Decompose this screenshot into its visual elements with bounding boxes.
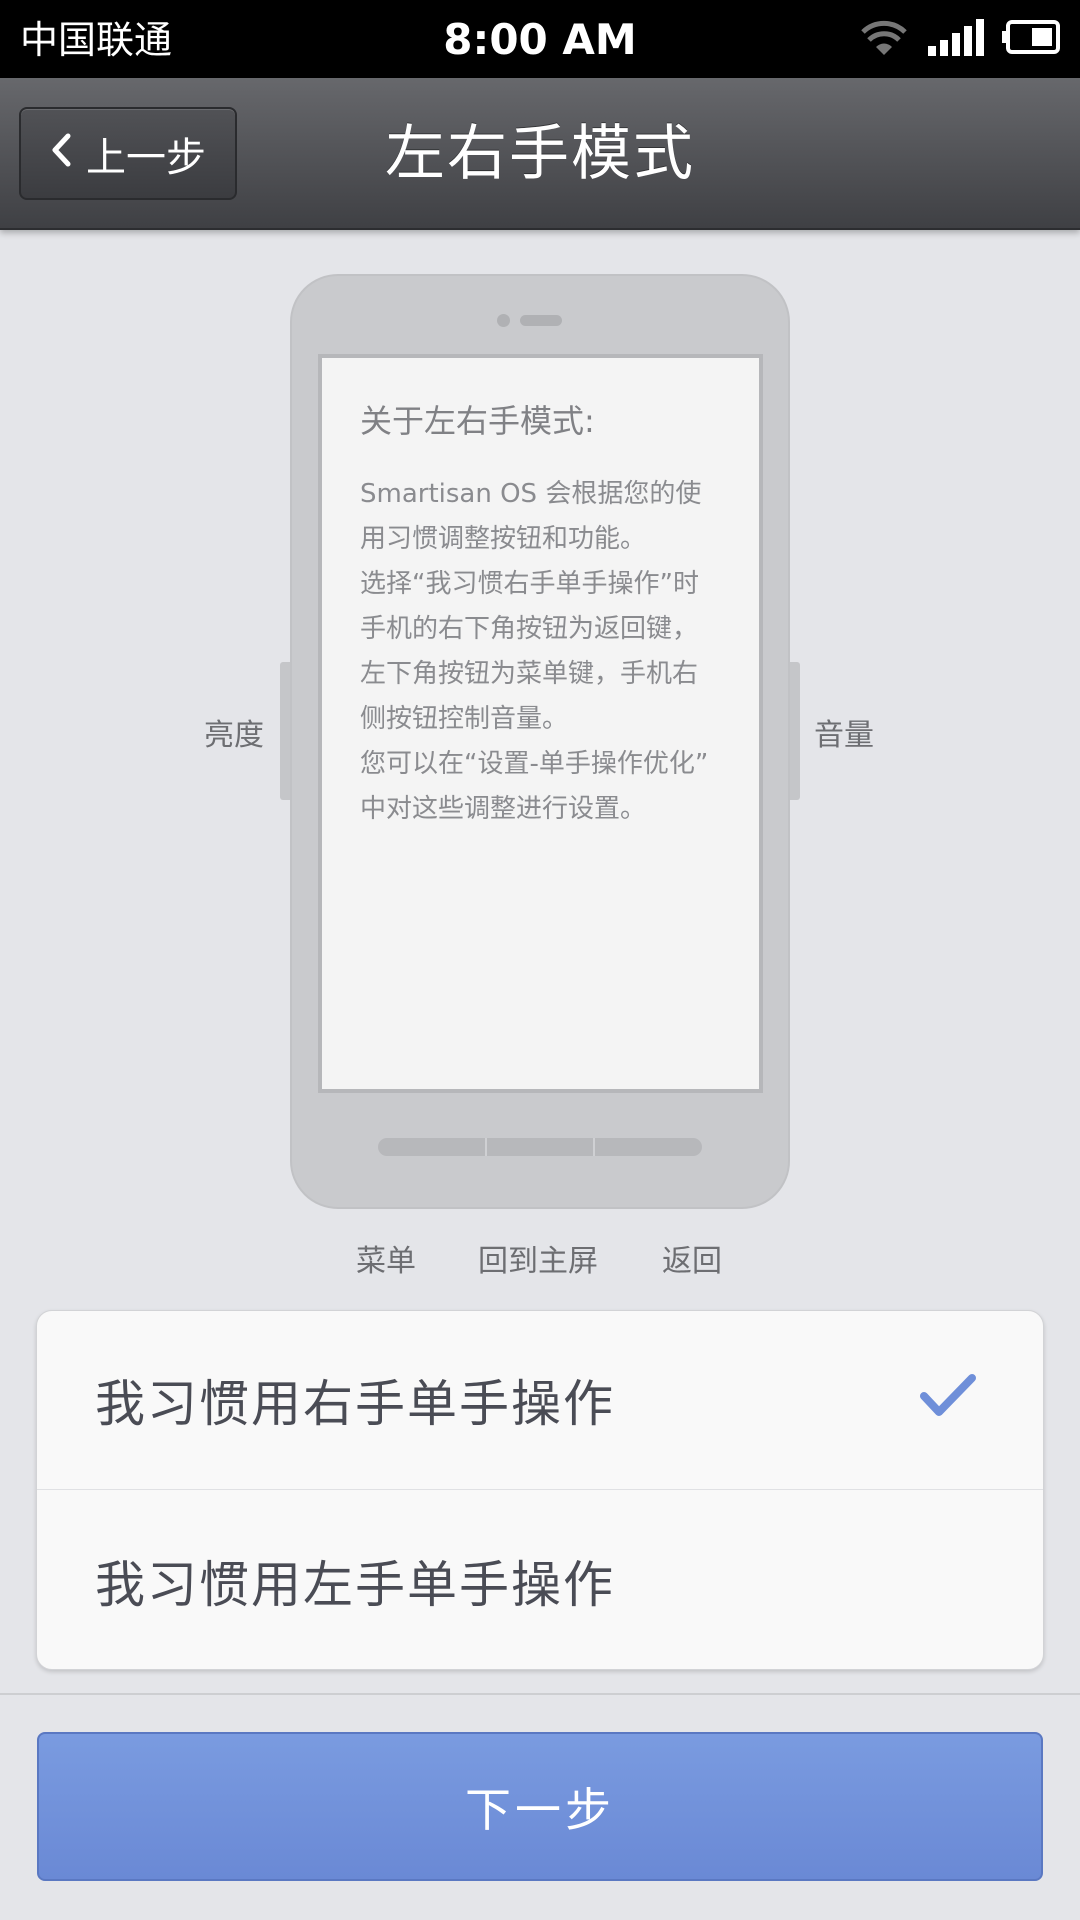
next-button[interactable]: 下一步 <box>37 1732 1043 1881</box>
phone-camera-icon <box>497 314 510 327</box>
option-right-hand[interactable]: 我习惯用右手单手操作 <box>37 1311 1043 1490</box>
phone-side-button-right <box>790 662 800 800</box>
option-left-hand-label: 我习惯用左手单手操作 <box>95 1555 615 1614</box>
battery-icon <box>1002 20 1060 58</box>
home-label: 回到主屏 <box>478 1244 598 1279</box>
option-right-hand-label: 我习惯用右手单手操作 <box>95 1375 615 1433</box>
title-bar: 左右手模式 上一步 <box>0 78 1080 230</box>
phone-side-button-left <box>280 662 290 800</box>
option-left-hand[interactable]: 我习惯用左手单手操作 <box>37 1491 1043 1670</box>
info-body: Smartisan OS 会根据您的使 用习惯调整按钮和功能。 选择“我习惯右手… <box>360 479 709 824</box>
phone-speaker-icon <box>520 315 562 326</box>
hand-mode-options: 我习惯用右手单手操作 我习惯用左手单手操作 <box>36 1310 1044 1670</box>
info-title: 关于左右手模式: <box>360 402 595 440</box>
checkmark-icon <box>919 1373 977 1431</box>
divider <box>0 1693 1080 1695</box>
signal-icon <box>926 18 984 60</box>
back-button-label: 上一步 <box>86 134 206 181</box>
volume-label: 音量 <box>814 718 874 753</box>
return-label: 返回 <box>662 1244 722 1279</box>
wifi-icon <box>860 17 908 61</box>
next-button-label: 下一步 <box>465 1782 615 1837</box>
status-bar: 中国联通 8:00 AM <box>0 0 1080 78</box>
phone-screen: 关于左右手模式: Smartisan OS 会根据您的使 用习惯调整按钮和功能。… <box>318 354 763 1093</box>
brightness-label: 亮度 <box>204 718 264 753</box>
back-button[interactable]: 上一步 <box>19 107 237 200</box>
chevron-left-icon <box>50 131 72 177</box>
phone-bottom-buttons <box>378 1138 702 1156</box>
menu-label: 菜单 <box>356 1244 416 1279</box>
status-icons <box>860 0 1060 78</box>
